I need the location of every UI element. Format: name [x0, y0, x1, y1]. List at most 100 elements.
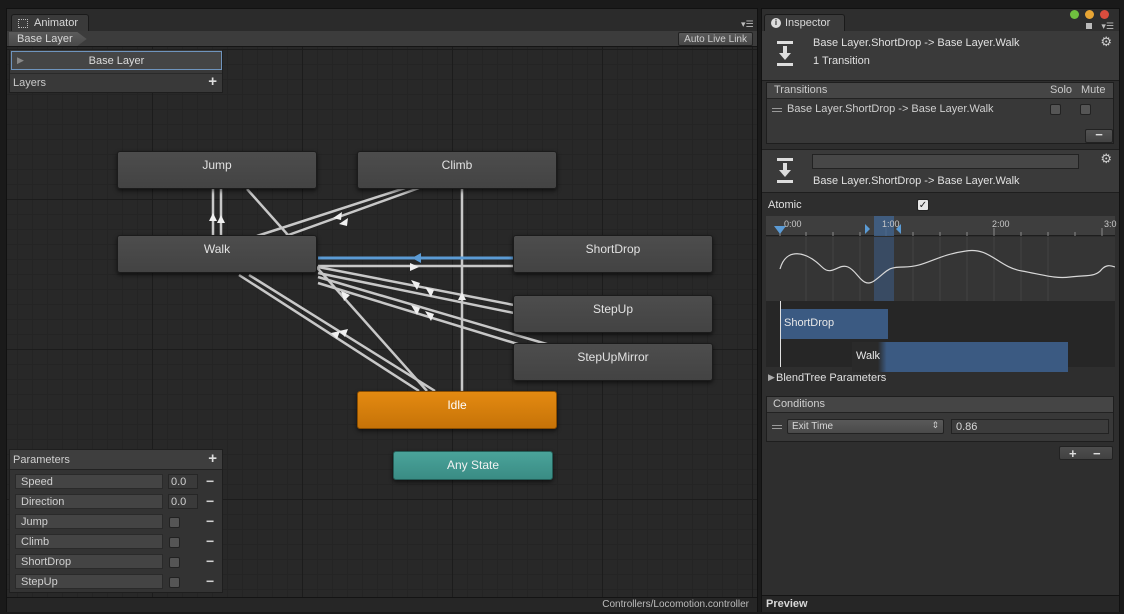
atomic-label: Atomic [768, 199, 802, 211]
solo-checkbox[interactable] [1050, 104, 1061, 115]
auto-live-link-button[interactable]: Auto Live Link [678, 32, 753, 46]
preview-label: Preview [766, 598, 808, 610]
remove-parameter-minus-icon[interactable]: − [206, 473, 214, 489]
tick-label: 2:00 [992, 219, 1010, 229]
timeline-ruler: 0:00 1:00 2:00 3:0 [766, 216, 1117, 236]
state-any-state[interactable]: Any State [393, 451, 553, 480]
add-parameter-plus-icon[interactable]: + [208, 450, 217, 467]
parameters-panel: Parameters + Speed 0.0 − Direction 0.0 −… [9, 449, 223, 593]
state-stepup[interactable]: StepUp [513, 295, 713, 333]
state-stepupmirror[interactable]: StepUpMirror [513, 343, 713, 381]
add-condition-plus-icon[interactable]: + [1069, 446, 1077, 461]
clip-bars: ShortDrop Walk [766, 301, 1115, 372]
parameter-bool-checkbox[interactable] [169, 557, 180, 568]
remove-parameter-minus-icon[interactable]: − [206, 533, 214, 549]
close-icon[interactable] [1100, 10, 1109, 19]
parameter-name-field[interactable]: StepUp [15, 574, 163, 589]
animator-footer: Controllers/Locomotion.controller [7, 597, 757, 612]
add-layer-plus-icon[interactable]: + [208, 73, 217, 90]
state-jump-label: Jump [202, 158, 232, 172]
inspector-title: Base Layer.ShortDrop -> Base Layer.Walk [813, 37, 1020, 49]
drag-handle-icon[interactable] [772, 425, 782, 429]
gear-icon[interactable]: ⚙ [1100, 34, 1112, 50]
mute-label: Mute [1081, 84, 1106, 96]
layers-panel: ▶ Base Layer Layers + [9, 49, 223, 93]
parameter-name-field[interactable]: Jump [15, 514, 163, 529]
transition-name-field[interactable] [812, 154, 1079, 169]
state-climb[interactable]: Climb [357, 151, 557, 189]
parameter-row: Climb − [10, 532, 222, 552]
minimize-icon[interactable] [1085, 10, 1094, 19]
state-stepup-label: StepUp [592, 302, 634, 316]
breadcrumb[interactable]: Base Layer [9, 32, 87, 46]
condition-type-dropdown[interactable]: Exit Time ⇕ [787, 419, 944, 434]
state-walk[interactable]: Walk [117, 235, 317, 273]
parameter-name-field[interactable]: ShortDrop [15, 554, 163, 569]
state-walk-label: Walk [203, 242, 231, 256]
info-icon: i [771, 18, 781, 28]
playhead[interactable] [780, 301, 781, 367]
transition-settings-header: Base Layer.ShortDrop -> Base Layer.Walk … [762, 149, 1119, 193]
state-shortdrop[interactable]: ShortDrop [513, 235, 713, 273]
state-jump[interactable]: Jump [117, 151, 317, 189]
layers-label: Layers [13, 77, 47, 89]
parameters-label: Parameters [13, 454, 70, 466]
transition-walk-idle [238, 273, 420, 393]
transition-subtitle: Base Layer.ShortDrop -> Base Layer.Walk [813, 175, 1020, 187]
parameter-name-field[interactable]: Speed [15, 474, 163, 489]
condition-buttons: + − [1059, 446, 1113, 461]
parameter-name-field[interactable]: Climb [15, 534, 163, 549]
transition-row[interactable]: Base Layer.ShortDrop -> Base Layer.Walk [767, 100, 1113, 120]
expand-triangle-icon[interactable]: ▶ [768, 372, 775, 383]
source-clip-label: ShortDrop [784, 317, 835, 329]
transition-count: 1 Transition [813, 55, 870, 67]
transition-row-label: Base Layer.ShortDrop -> Base Layer.Walk [787, 103, 994, 115]
transition-timeline[interactable]: 0:00 1:00 2:00 3:0 ShortDrop Walk [766, 216, 1117, 372]
remove-parameter-minus-icon[interactable]: − [206, 553, 214, 569]
parameters-header: Parameters + [10, 450, 222, 470]
parameter-float-field[interactable]: 0.0 [168, 474, 198, 489]
window-menu-icon[interactable]: ▾☰ [741, 19, 754, 29]
parameter-float-field[interactable]: 0.0 [168, 494, 198, 509]
destination-clip[interactable]: Walk [852, 342, 1068, 372]
curve-view [766, 237, 1115, 301]
remove-transition-button[interactable]: − [1085, 128, 1113, 143]
source-clip[interactable]: ShortDrop [780, 309, 888, 339]
remove-condition-minus-icon[interactable]: − [1093, 446, 1101, 461]
parameter-bool-checkbox[interactable] [169, 537, 180, 548]
parameter-bool-checkbox[interactable] [169, 577, 180, 588]
parameter-name-field[interactable]: Direction [15, 494, 163, 509]
parameter-row: Speed 0.0 − [10, 472, 222, 492]
mute-checkbox[interactable] [1080, 104, 1091, 115]
inspector-options[interactable]: ▾☰ [1086, 21, 1114, 31]
transition-icon [776, 41, 794, 67]
conditions-header: Conditions [767, 397, 1113, 413]
condition-value-field[interactable]: 0.86 [951, 419, 1109, 434]
controller-path: Controllers/Locomotion.controller [602, 599, 749, 610]
animator-tab[interactable]: Animator [11, 14, 90, 32]
drag-handle-icon[interactable] [772, 108, 782, 112]
inspector-tab[interactable]: i Inspector [764, 14, 846, 32]
preview-bar[interactable]: Preview [762, 595, 1119, 612]
blendtree-label: BlendTree Parameters [776, 372, 887, 384]
maximize-icon[interactable] [1070, 10, 1079, 19]
remove-parameter-minus-icon[interactable]: − [206, 573, 214, 589]
parameter-bool-checkbox[interactable] [169, 517, 180, 528]
blendtree-parameters-foldout[interactable]: ▶ BlendTree Parameters [762, 370, 1119, 388]
layer-item-base[interactable]: ▶ Base Layer [11, 51, 222, 70]
window-controls [1063, 9, 1113, 21]
conditions-label: Conditions [773, 398, 825, 410]
destination-clip-label: Walk [856, 350, 881, 362]
transitions-label: Transitions [774, 84, 828, 96]
animator-icon [18, 19, 28, 28]
remove-parameter-minus-icon[interactable]: − [206, 493, 214, 509]
parameter-row: StepUp − [10, 572, 222, 592]
gear-icon[interactable]: ⚙ [1100, 151, 1112, 167]
atomic-checkbox[interactable]: ✓ [917, 199, 929, 211]
layers-header: Layers + [10, 73, 222, 92]
lock-icon[interactable] [1086, 23, 1092, 29]
remove-parameter-minus-icon[interactable]: − [206, 513, 214, 529]
solo-label: Solo [1050, 84, 1073, 96]
state-idle-default[interactable]: Idle [357, 391, 557, 429]
menu-icon[interactable]: ▾☰ [1101, 21, 1114, 31]
